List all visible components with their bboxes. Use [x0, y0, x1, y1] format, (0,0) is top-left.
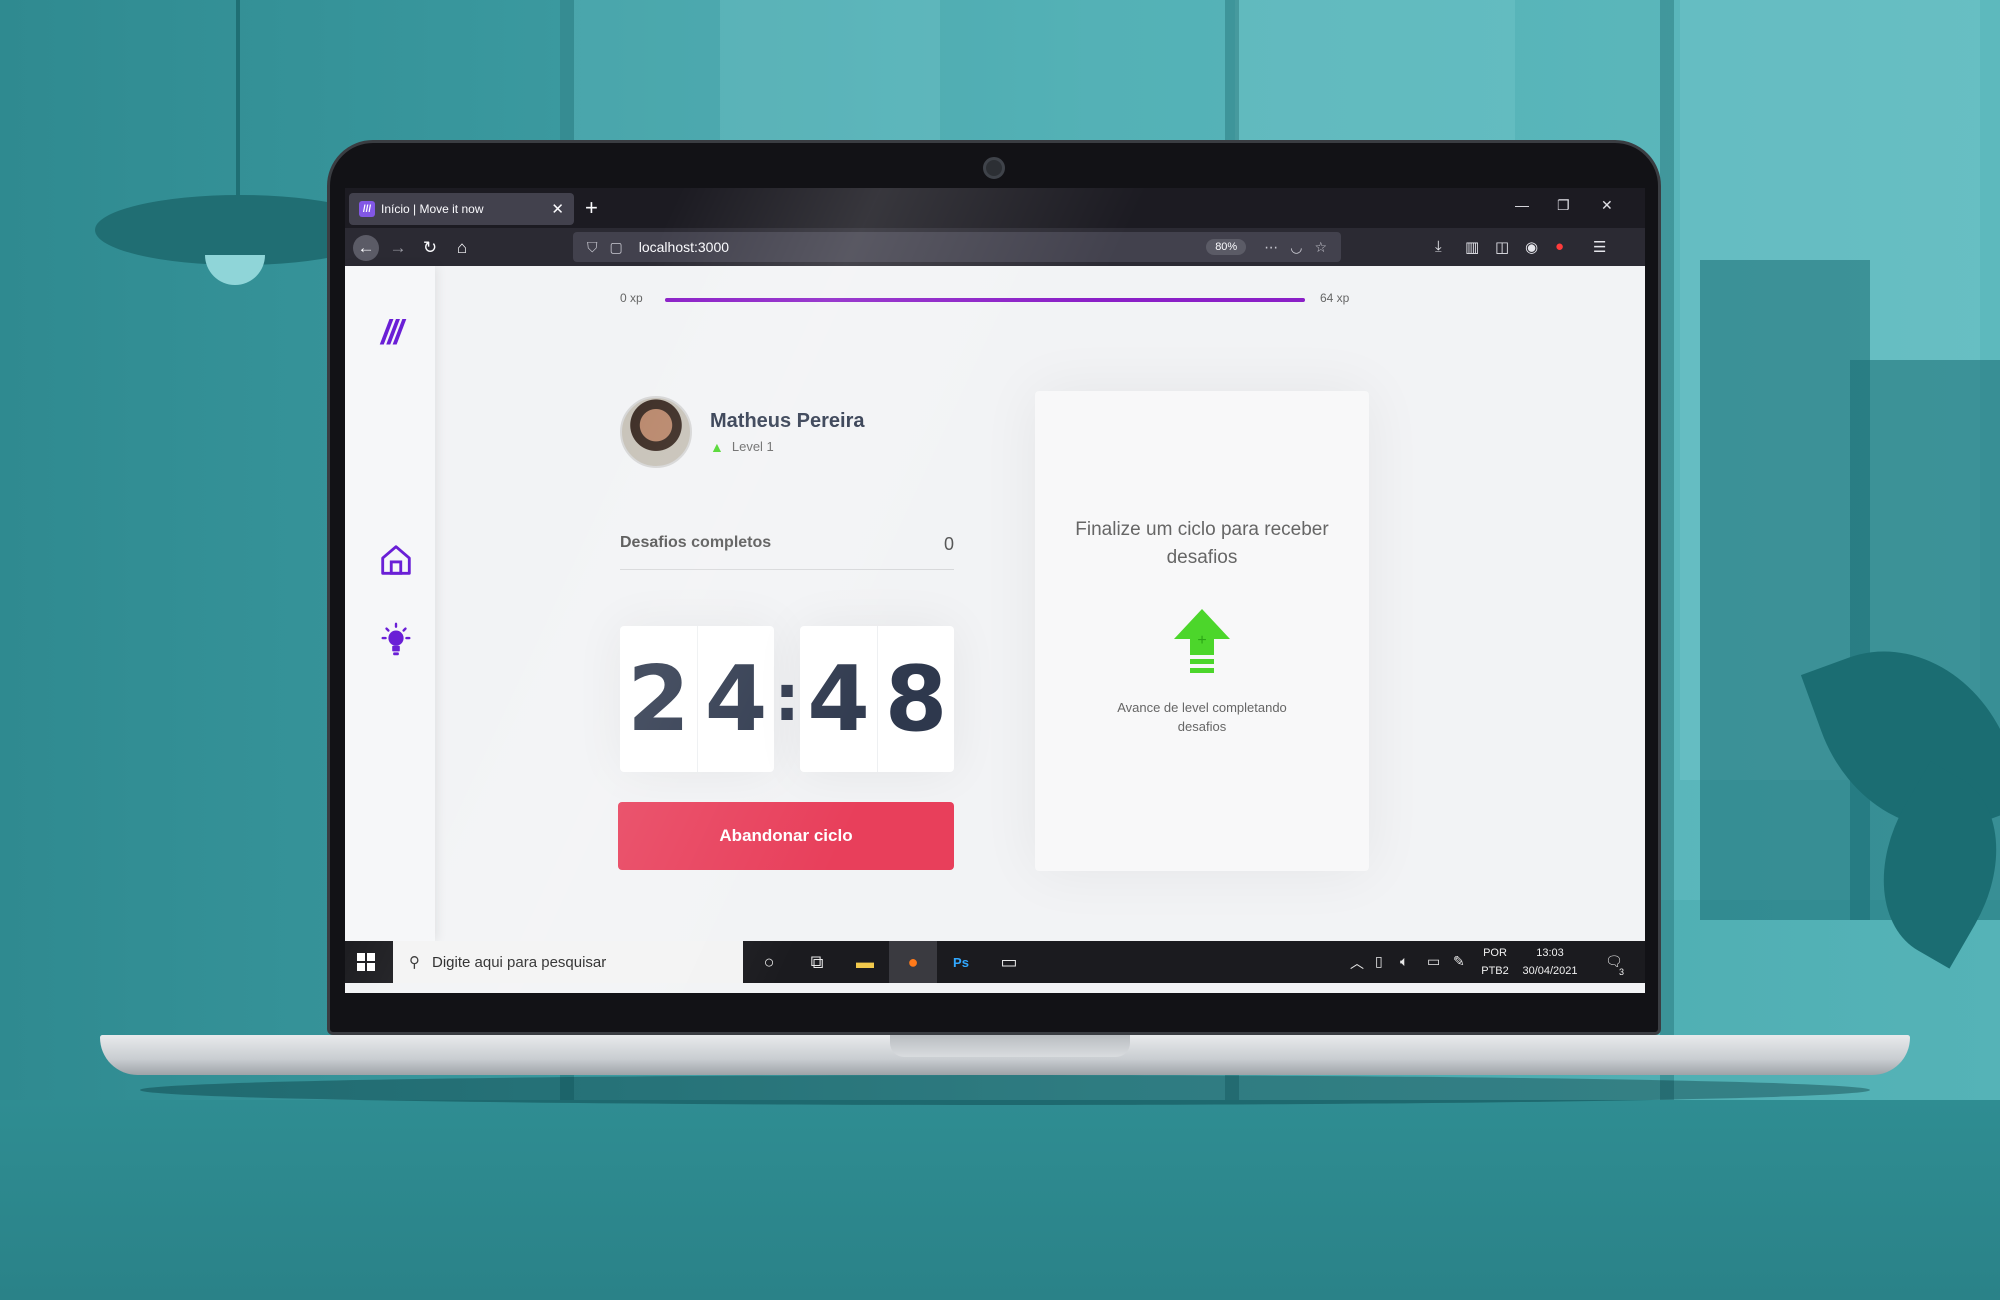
- profile-level-text: Level 1: [731, 439, 774, 454]
- terminal-icon[interactable]: ▭: [985, 941, 1033, 983]
- zoom-level-badge[interactable]: 80%: [1206, 239, 1247, 255]
- completed-challenges-label: Desafios completos: [620, 534, 772, 551]
- laptop-shadow: [140, 1075, 1870, 1105]
- windows-start-icon[interactable]: [357, 953, 375, 971]
- window-restore-button[interactable]: ❐: [1557, 197, 1570, 214]
- seconds-ones-digit: 8: [877, 626, 954, 772]
- profile-name: Matheus Pereira: [710, 409, 865, 432]
- clock-date: 30/04/2021: [1522, 965, 1578, 977]
- browser-nav-bar: ← → ↻ ⌂ ⛉ ▢ localhost:3000 80% ⋯ ◡ ☆ ⤓ ▥…: [345, 228, 1645, 266]
- task-view-icon[interactable]: ⧉: [793, 941, 841, 983]
- windows-taskbar: ⚲ Digite aqui para pesquisar ○ ⧉ ▬ ● Ps …: [345, 941, 1645, 983]
- experience-bar: 0 xp 64 xp: [620, 288, 1360, 308]
- completed-challenges-count: 0: [943, 534, 954, 554]
- home-icon[interactable]: ⌂: [449, 235, 475, 261]
- laptop-notch: [890, 1035, 1130, 1057]
- timer-colon: :: [774, 662, 800, 736]
- profile: Matheus Pereira ▲ Level 1: [620, 396, 865, 468]
- notification-count: 3: [1619, 967, 1625, 977]
- background-building: [1700, 260, 1870, 920]
- tray-expand-icon[interactable]: ︿: [1350, 953, 1364, 973]
- browser-tab-bar: /// Início | Move it now ✕ + — ❐ ✕: [345, 188, 1645, 228]
- challenge-box-title: Finalize um ciclo para receber desafios: [1075, 519, 1329, 568]
- back-arrow-icon[interactable]: ←: [353, 235, 379, 261]
- tab-title: Início | Move it now: [381, 202, 484, 216]
- library-icon[interactable]: ▥: [1465, 238, 1479, 256]
- cortana-icon[interactable]: ○: [745, 941, 793, 983]
- browser-tab[interactable]: /// Início | Move it now ✕: [349, 193, 574, 225]
- xp-end-label: 64 xp: [1320, 291, 1350, 305]
- seconds-tens-digit: 4: [807, 646, 870, 752]
- volume-icon[interactable]: 🔈︎: [1400, 953, 1408, 970]
- challenge-box-hint: Avance de level completando desafios: [1117, 700, 1287, 734]
- menu-icon[interactable]: ☰: [1593, 238, 1606, 256]
- app-logo: ///: [381, 314, 403, 352]
- app-sidebar: ///: [345, 266, 435, 941]
- forward-arrow-icon[interactable]: →: [385, 235, 411, 261]
- window-minimize-button[interactable]: —: [1515, 197, 1529, 213]
- photoshop-icon[interactable]: Ps: [937, 941, 985, 983]
- laptop-screen: /// Início | Move it now ✕ + — ❐ ✕ ← → ↻…: [345, 188, 1645, 993]
- account-icon[interactable]: ◉: [1525, 238, 1538, 256]
- app-page: /// 0 xp 64 xp Matheus Pereira ▲ Level 1…: [345, 266, 1645, 941]
- pen-icon[interactable]: ✎: [1453, 953, 1465, 970]
- taskbar-search[interactable]: ⚲ Digite aqui para pesquisar: [393, 941, 743, 983]
- countdown-timer: 2 4 : 4 8: [620, 626, 954, 772]
- lightbulb-nav-icon[interactable]: [377, 621, 415, 659]
- pocket-icon[interactable]: ◡: [1290, 239, 1302, 256]
- firefox-icon[interactable]: ●: [889, 941, 937, 983]
- tray-device-icon[interactable]: ▯: [1375, 953, 1383, 970]
- clock-time: 13:03: [1536, 947, 1564, 959]
- input-language[interactable]: POR PTB2: [1475, 944, 1515, 980]
- tab-close-icon[interactable]: ✕: [551, 200, 564, 218]
- seconds-group: 4 8: [800, 626, 954, 772]
- minutes-ones-digit: 4: [697, 626, 774, 772]
- search-placeholder[interactable]: Digite aqui para pesquisar: [432, 954, 606, 971]
- extension-icon[interactable]: ●: [1555, 238, 1564, 255]
- file-explorer-icon[interactable]: ▬: [841, 941, 889, 983]
- shield-icon[interactable]: ⛉: [587, 239, 598, 256]
- clock[interactable]: 13:03 30/04/2021: [1515, 944, 1585, 980]
- background-floor: [0, 1100, 2000, 1300]
- home-nav-icon[interactable]: [377, 541, 415, 579]
- profile-level: ▲ Level 1: [710, 439, 865, 455]
- language-code: POR: [1483, 947, 1507, 959]
- xp-progress-fill: [665, 298, 1305, 302]
- url-bar[interactable]: ⛉ ▢ localhost:3000 80% ⋯ ◡ ☆: [573, 232, 1341, 262]
- favicon-icon: ///: [359, 201, 375, 217]
- sidebar-toggle-icon[interactable]: ◫: [1495, 238, 1509, 256]
- lamp-cord: [236, 0, 240, 200]
- reload-icon[interactable]: ↻: [417, 235, 443, 261]
- network-icon[interactable]: ▭: [1427, 953, 1440, 970]
- search-icon: ⚲: [409, 954, 420, 971]
- page-info-icon[interactable]: ▢: [610, 239, 623, 256]
- profile-info: Matheus Pereira ▲ Level 1: [692, 410, 865, 455]
- minutes-group: 2 4: [620, 626, 774, 772]
- keyboard-layout: PTB2: [1481, 965, 1509, 977]
- minutes-tens-digit: 2: [627, 646, 690, 752]
- window-close-button[interactable]: ✕: [1601, 197, 1613, 214]
- level-up-arrow-icon: +: [1174, 609, 1230, 673]
- challenge-box: Finalize um ciclo para receber desafios …: [1035, 391, 1369, 871]
- url-text[interactable]: localhost:3000: [639, 239, 1206, 255]
- laptop-camera: [983, 157, 1005, 179]
- xp-start-label: 0 xp: [620, 291, 643, 305]
- xp-track: [665, 298, 1305, 302]
- new-tab-button[interactable]: +: [585, 195, 598, 221]
- more-actions-icon[interactable]: ⋯: [1264, 239, 1278, 256]
- avatar: [620, 396, 692, 468]
- abandon-cycle-button[interactable]: Abandonar ciclo: [618, 802, 954, 870]
- level-up-icon: ▲: [710, 438, 724, 455]
- downloads-icon[interactable]: ⤓: [1435, 238, 1442, 255]
- bookmark-star-icon[interactable]: ☆: [1314, 239, 1327, 256]
- svg-text:+: +: [1197, 632, 1206, 649]
- completed-challenges: Desafios completos 0: [620, 534, 954, 570]
